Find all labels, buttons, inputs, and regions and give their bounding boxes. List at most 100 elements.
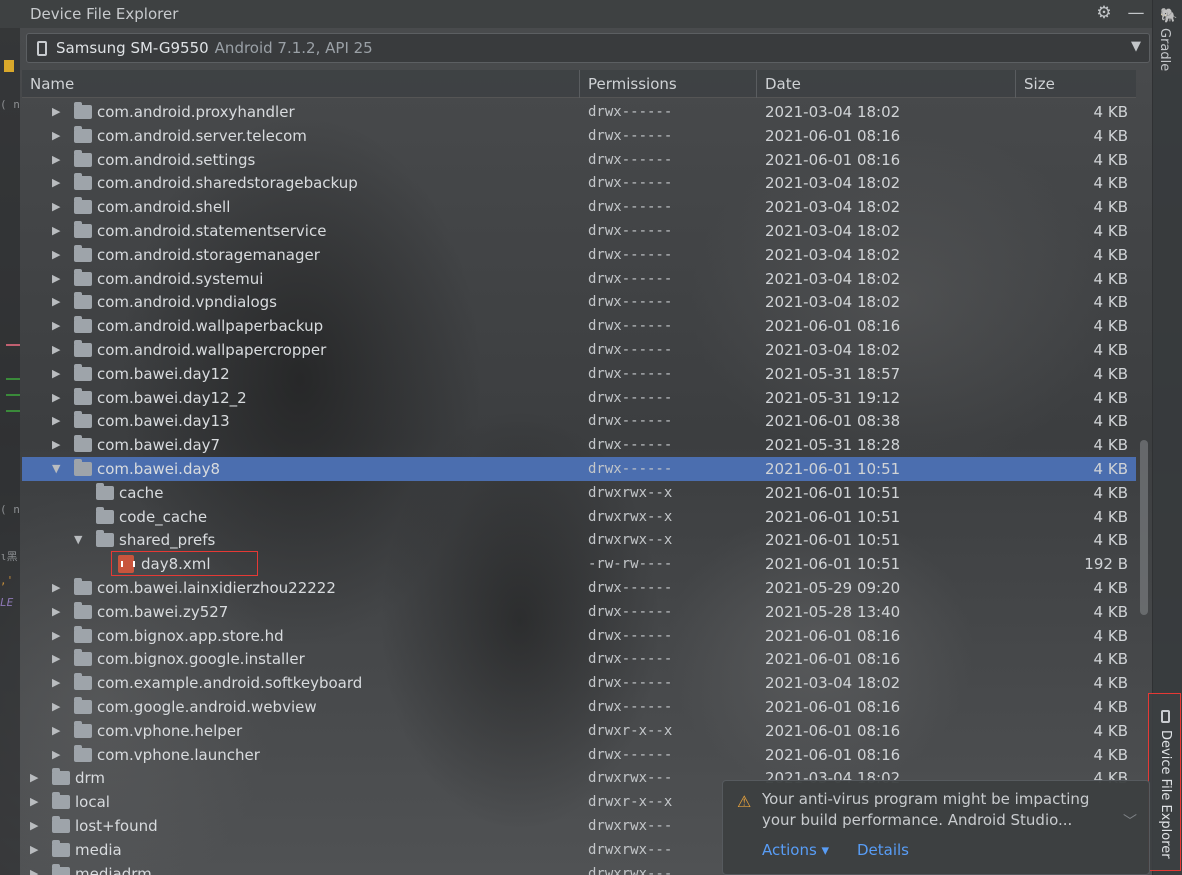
- collapse-arrow-icon[interactable]: ▶: [52, 290, 60, 314]
- device-file-explorer-label[interactable]: Device File Explorer: [1158, 730, 1173, 859]
- folder-row[interactable]: ▶ com.google.android.webview drwx------ 202…: [22, 695, 1136, 719]
- folder-row[interactable]: ▶ com.android.server.telecom drwx------ 202…: [22, 124, 1136, 148]
- collapse-arrow-icon[interactable]: ▶: [30, 766, 38, 790]
- folder-row[interactable]: ▶ com.bawei.zy527 drwx------ 2021-05-28 13:…: [22, 600, 1136, 624]
- collapse-arrow-icon[interactable]: ▶: [30, 838, 38, 862]
- gear-icon[interactable]: ⚙: [1094, 3, 1114, 23]
- folder-icon: [74, 292, 92, 310]
- collapse-arrow-icon[interactable]: ▶: [52, 171, 60, 195]
- tool-window-title-bar: Device File Explorer ⚙ —: [0, 0, 1152, 28]
- collapse-arrow-icon[interactable]: ▶: [52, 148, 60, 172]
- folder-row[interactable]: ▶ com.android.storagemanager drwx------ 202…: [22, 243, 1136, 267]
- collapse-arrow-icon[interactable]: ▶: [52, 409, 60, 433]
- row-size: 4 KB: [1093, 245, 1128, 264]
- folder-row[interactable]: ▶ com.bawei.day12_2 drwx------ 2021-05-31 1…: [22, 386, 1136, 410]
- folder-row[interactable]: ▶ com.android.wallpaperbackup drwx------ 20…: [22, 314, 1136, 338]
- expand-arrow-icon[interactable]: ▼: [74, 528, 82, 552]
- folder-row[interactable]: ▶ com.bawei.day7 drwx------ 2021-05-31 18:2…: [22, 433, 1136, 457]
- folder-row[interactable]: ▶ com.android.sharedstoragebackup drwx----…: [22, 171, 1136, 195]
- row-name: com.android.wallpapercropper: [97, 341, 327, 359]
- folder-row[interactable]: ▼ com.bawei.day8 drwx------ 2021-06-01 10:5…: [22, 457, 1136, 481]
- column-header-size[interactable]: Size: [1016, 70, 1136, 98]
- row-permissions: drwxrwx--x: [588, 508, 673, 525]
- folder-icon: [74, 601, 92, 619]
- folder-row[interactable]: ▼ shared_prefs drwxrwx--x 2021-06-01 10:51 4…: [22, 528, 1136, 552]
- row-permissions: drwxr-x--x: [588, 794, 673, 811]
- folder-icon: [74, 244, 92, 262]
- folder-icon: [74, 673, 92, 691]
- chevron-down-icon[interactable]: ﹀: [1123, 811, 1137, 831]
- row-name: com.android.server.telecom: [97, 126, 307, 145]
- row-date: 2021-06-01 08:16: [765, 698, 901, 716]
- gutter-text: ,': [0, 574, 14, 587]
- collapse-arrow-icon[interactable]: ▶: [52, 124, 60, 148]
- folder-row[interactable]: ▶ com.android.vpndialogs drwx------ 2021-03…: [22, 290, 1136, 314]
- collapse-arrow-icon[interactable]: ▶: [52, 433, 60, 457]
- folder-row[interactable]: ▶ com.vphone.launcher drwx------ 2021-06-01…: [22, 743, 1136, 767]
- folder-row[interactable]: ▶ com.bignox.google.installer drwx------ 20…: [22, 647, 1136, 671]
- folder-row[interactable]: ▶ com.bignox.app.store.hd drwx------ 2021-0…: [22, 624, 1136, 648]
- expand-arrow-icon[interactable]: ▼: [52, 457, 60, 481]
- collapse-arrow-icon[interactable]: ▶: [52, 386, 60, 410]
- folder-row[interactable]: cache drwxrwx--x 2021-06-01 10:51 4 KB: [22, 481, 1136, 505]
- folder-row[interactable]: ▶ com.example.android.softkeyboard drwx---…: [22, 671, 1136, 695]
- warning-icon: ⚠: [737, 792, 752, 811]
- row-permissions: drwx------: [588, 151, 673, 168]
- collapse-arrow-icon[interactable]: ▶: [52, 647, 60, 671]
- collapse-arrow-icon[interactable]: ▶: [52, 624, 60, 648]
- row-permissions: drwx------: [588, 675, 673, 692]
- row-permissions: drwx------: [588, 223, 673, 239]
- column-header-date[interactable]: Date: [757, 70, 1016, 98]
- folder-icon: [74, 197, 92, 215]
- folder-row[interactable]: ▶ com.bawei.lainxidierzhou22222 drwx------…: [22, 576, 1136, 600]
- collapse-arrow-icon[interactable]: ▶: [52, 314, 60, 338]
- collapse-arrow-icon[interactable]: ▶: [52, 219, 60, 243]
- folder-row[interactable]: code_cache drwxrwx--x 2021-06-01 10:51 4 KB: [22, 505, 1136, 529]
- collapse-arrow-icon[interactable]: ▶: [52, 695, 60, 719]
- folder-row[interactable]: ▶ com.android.wallpapercropper drwx------ 2…: [22, 338, 1136, 362]
- collapse-arrow-icon[interactable]: ▶: [30, 862, 38, 875]
- row-permissions: drwx------: [588, 127, 673, 144]
- folder-row[interactable]: ▶ com.vphone.helper drwxr-x--x 2021-06-01 0…: [22, 719, 1136, 743]
- row-date: 2021-03-04 18:02: [765, 174, 901, 193]
- collapse-arrow-icon[interactable]: ▶: [52, 267, 60, 291]
- collapse-arrow-icon[interactable]: ▶: [52, 362, 60, 386]
- collapse-arrow-icon[interactable]: ▶: [52, 243, 60, 267]
- device-selector[interactable]: Samsung SM-G9550 Android 7.1.2, API 25 ▼: [26, 33, 1150, 63]
- collapse-arrow-icon[interactable]: ▶: [52, 719, 60, 743]
- collapse-arrow-icon[interactable]: ▶: [52, 600, 60, 624]
- row-size: 4 KB: [1093, 507, 1128, 526]
- folder-row[interactable]: ▶ com.android.settings drwx------ 2021-06-0…: [22, 148, 1136, 172]
- device-detail: Android 7.1.2, API 25: [214, 39, 373, 57]
- folder-row[interactable]: ▶ com.android.proxyhandler drwx------ 2021-…: [22, 100, 1136, 124]
- gradle-tab[interactable]: Gradle: [1157, 28, 1172, 71]
- minimize-icon[interactable]: —: [1126, 3, 1146, 23]
- collapse-arrow-icon[interactable]: ▶: [52, 743, 60, 767]
- collapse-arrow-icon[interactable]: ▶: [30, 790, 38, 814]
- folder-row[interactable]: ▶ com.android.shell drwx------ 2021-03-04 1…: [22, 195, 1136, 219]
- details-link[interactable]: Details: [857, 841, 909, 859]
- row-permissions: drwx------: [588, 389, 673, 406]
- row-date: 2021-06-01 08:16: [765, 650, 901, 669]
- collapse-arrow-icon[interactable]: ▶: [52, 338, 60, 362]
- row-permissions: drwx------: [588, 104, 673, 120]
- folder-row[interactable]: ▶ com.android.systemui drwx------ 2021-03-0…: [22, 267, 1136, 291]
- row-size: 4 KB: [1093, 150, 1128, 169]
- collapse-arrow-icon[interactable]: ▶: [52, 576, 60, 600]
- collapse-arrow-icon[interactable]: ▶: [52, 671, 60, 695]
- folder-icon: [74, 340, 92, 357]
- folder-row[interactable]: ▶ com.android.statementservice drwx------ 2…: [22, 219, 1136, 243]
- actions-link[interactable]: Actions ▾: [762, 841, 829, 859]
- row-permissions: drwx------: [588, 270, 673, 287]
- row-date: 2021-06-01 08:16: [765, 721, 901, 740]
- row-name: com.android.settings: [97, 150, 256, 169]
- column-header-permissions[interactable]: Permissions: [580, 70, 757, 98]
- row-date: 2021-05-31 18:57: [765, 364, 901, 383]
- vertical-scrollbar[interactable]: [1140, 440, 1148, 615]
- collapse-arrow-icon[interactable]: ▶: [52, 195, 60, 219]
- folder-row[interactable]: ▶ com.bawei.day12 drwx------ 2021-05-31 18:…: [22, 362, 1136, 386]
- collapse-arrow-icon[interactable]: ▶: [52, 100, 60, 124]
- folder-row[interactable]: ▶ com.bawei.day13 drwx------ 2021-06-01 08:…: [22, 409, 1136, 433]
- column-header-name[interactable]: Name: [22, 70, 580, 98]
- collapse-arrow-icon[interactable]: ▶: [30, 814, 38, 838]
